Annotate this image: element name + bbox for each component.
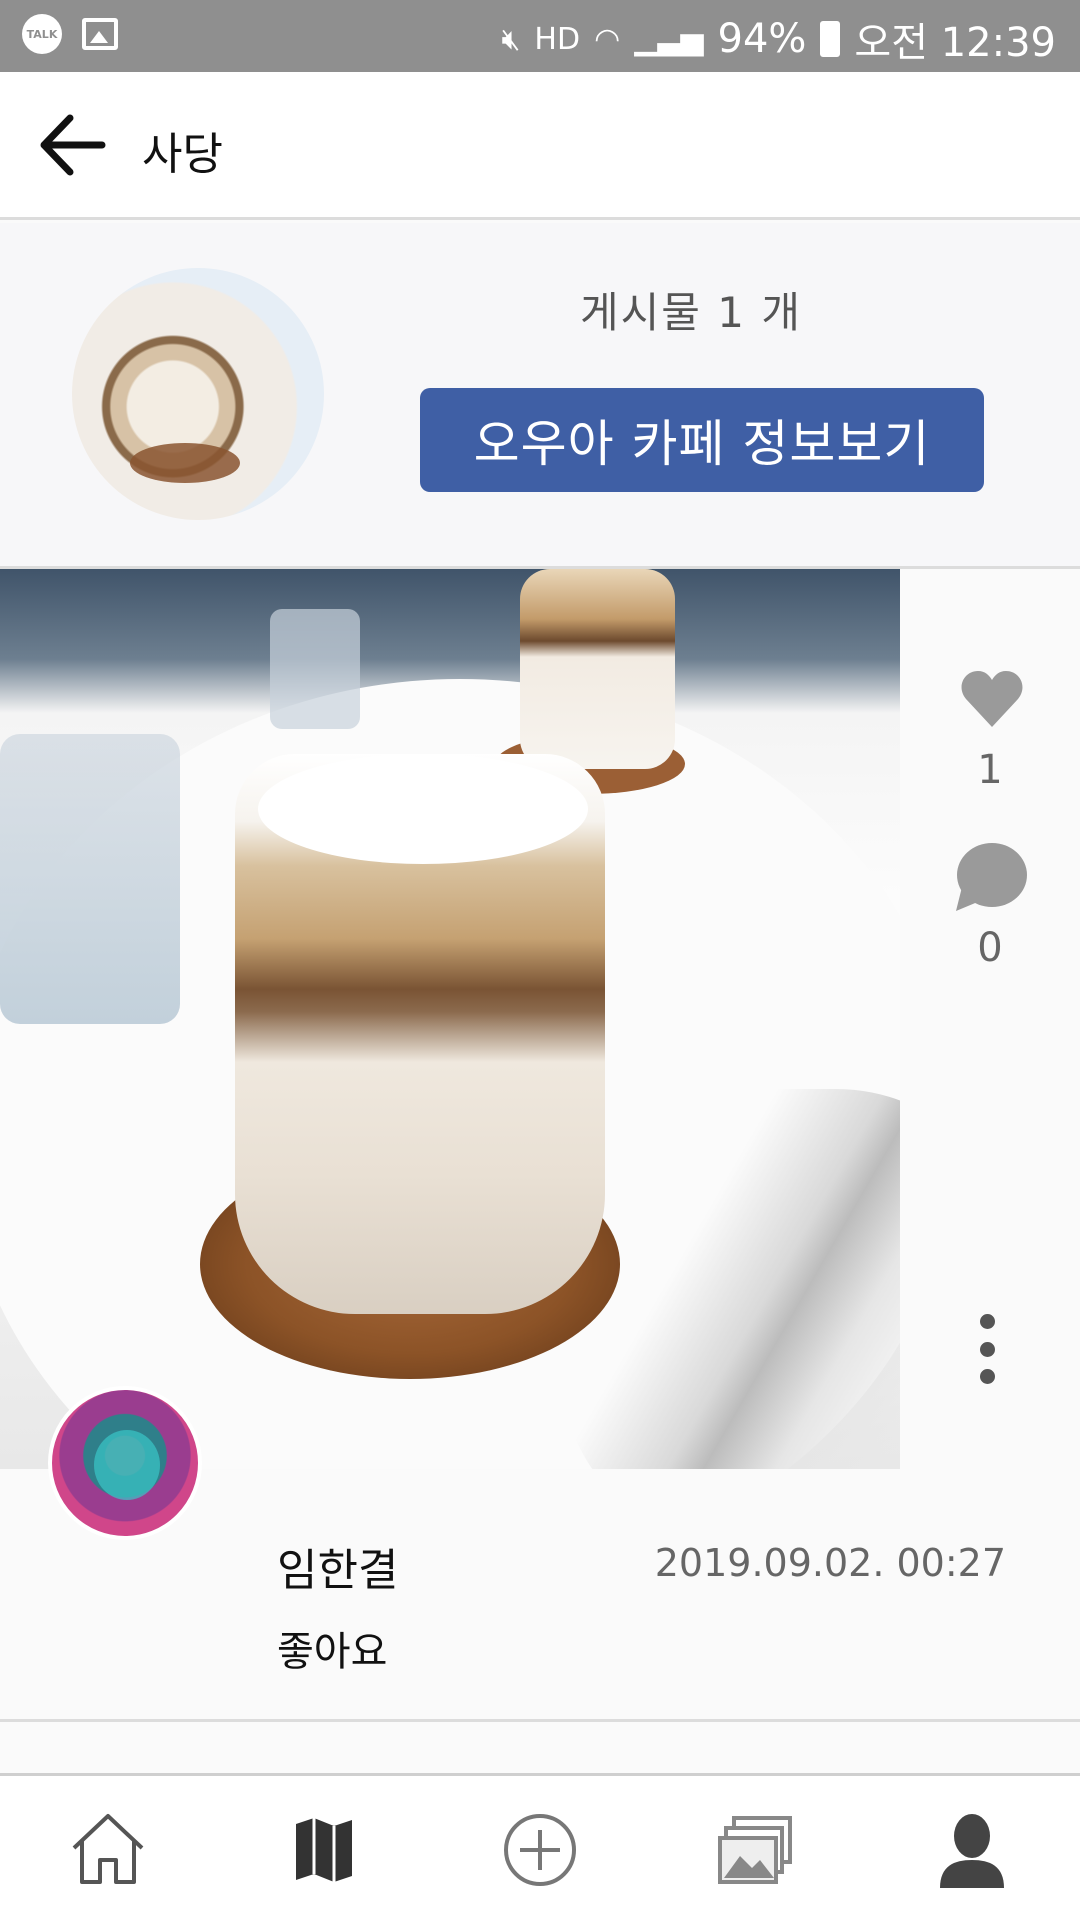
profile-icon[interactable]	[932, 1810, 1012, 1890]
post-date: 2019.09.02. 00:27	[654, 1541, 1006, 1585]
back-arrow-icon[interactable]	[36, 112, 108, 178]
cafe-header: 게시물 1 개 오우아 카페 정보보기	[0, 223, 1080, 569]
photo-cup-back	[520, 569, 675, 769]
divider	[0, 1719, 1080, 1722]
post-text: 좋아요	[277, 1629, 388, 1675]
status-bar: TALK 🔇︎ HD ◠ ▁▃▅ 94% 오전 12:39	[0, 0, 1080, 72]
gallery-icon[interactable]	[716, 1810, 796, 1890]
post-photo[interactable]	[0, 569, 900, 1469]
clock: 오전 12:39	[854, 20, 1056, 66]
like-count: 1	[977, 747, 1003, 793]
more-dot	[980, 1314, 995, 1329]
add-post-icon[interactable]	[500, 1810, 580, 1890]
post-count: 게시물 1 개	[580, 288, 802, 337]
photo-water-glass	[0, 734, 180, 1024]
cafe-avatar	[72, 268, 324, 520]
battery-percent: 94%	[717, 16, 807, 62]
battery-icon	[820, 21, 841, 57]
signal-icon: ▁▃▅	[634, 21, 704, 57]
more-dot	[980, 1341, 995, 1357]
heart-icon[interactable]	[960, 669, 1024, 729]
home-icon[interactable]	[68, 1810, 148, 1890]
comment-icon[interactable]	[954, 841, 1028, 913]
cafe-info-button[interactable]: 오우아 카페 정보보기	[420, 388, 984, 492]
photo-cup-foam	[258, 754, 588, 864]
hd-icon: HD	[534, 21, 581, 57]
bottom-navigation	[0, 1773, 1080, 1920]
more-dot	[980, 1369, 995, 1384]
page-title: 사당	[142, 129, 223, 180]
image-notification-icon	[82, 18, 118, 50]
comment-count: 0	[977, 925, 1003, 971]
user-name[interactable]: 임한결	[277, 1534, 398, 1598]
kakaotalk-icon: TALK	[22, 14, 62, 54]
post-actions: 1 0	[900, 569, 1080, 1469]
mute-icon: 🔇︎	[501, 21, 521, 57]
photo-water-glass-back	[270, 609, 360, 729]
post-card: 1 0 임한결 2019.09.02. 00:27 좋아요	[0, 569, 1080, 1722]
map-icon[interactable]	[284, 1810, 364, 1890]
user-avatar[interactable]	[48, 1386, 202, 1540]
wifi-icon: ◠	[594, 21, 621, 57]
app-bar: 사당	[0, 72, 1080, 220]
more-options-icon[interactable]	[980, 1314, 998, 1384]
